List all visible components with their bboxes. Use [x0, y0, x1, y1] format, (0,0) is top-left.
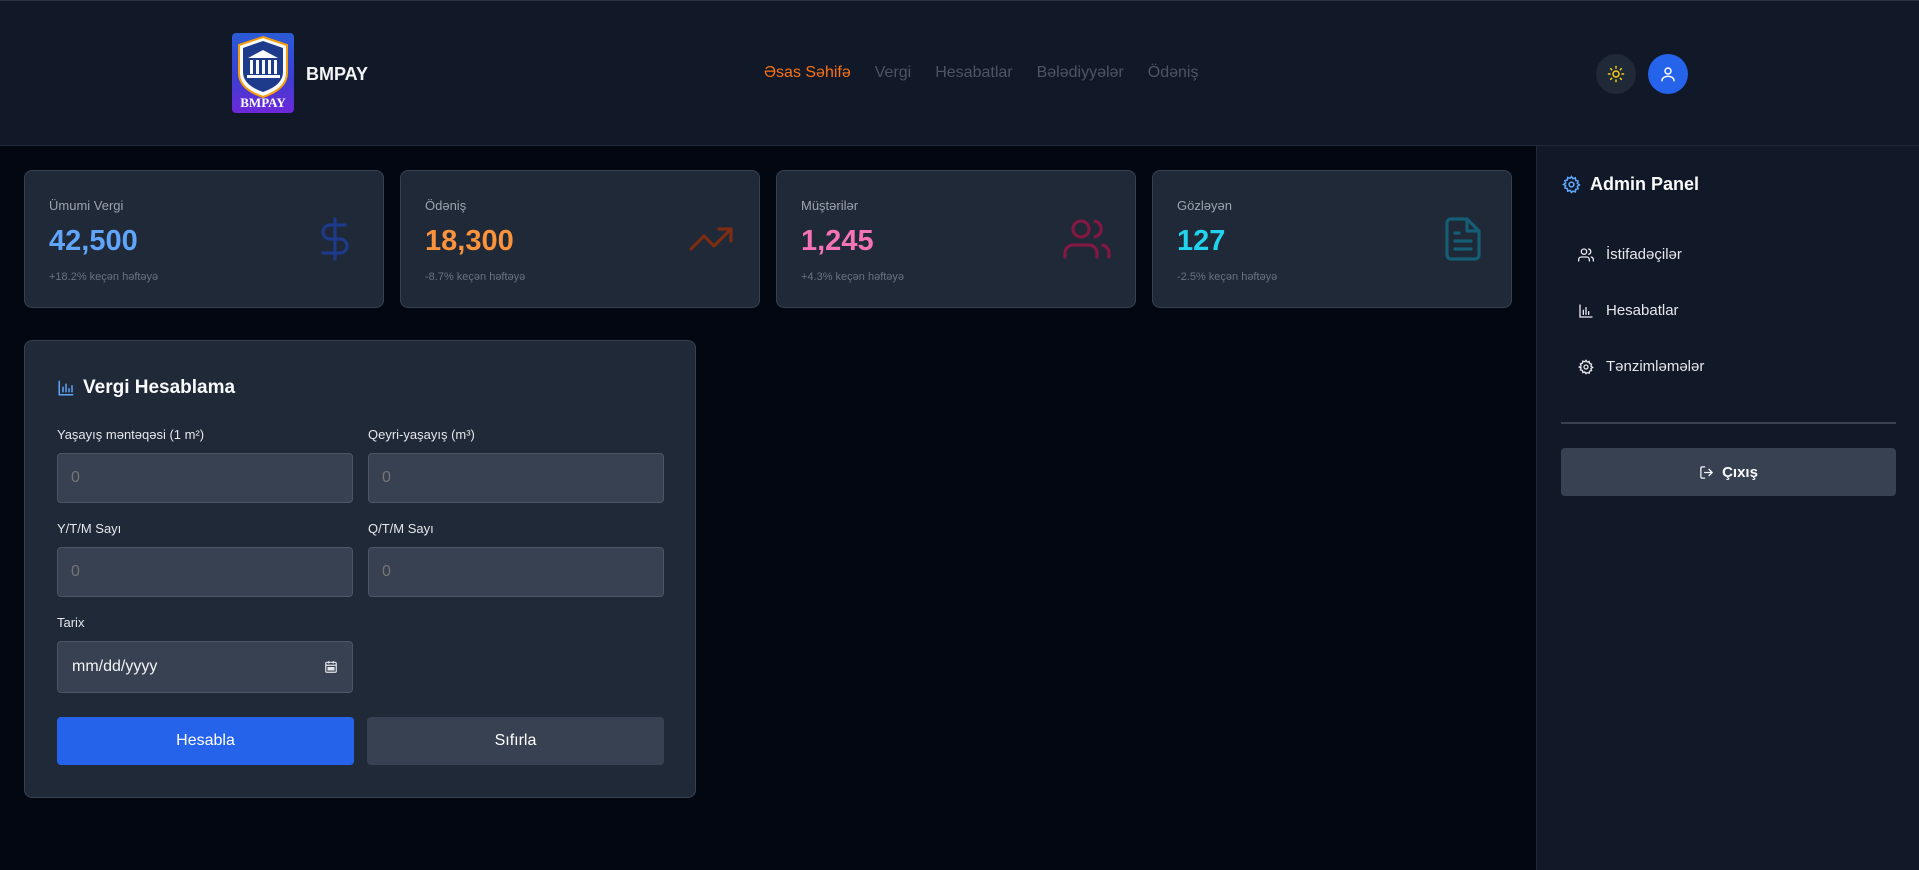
sidebar-item-reports[interactable]: Hesabatlar	[1578, 302, 1679, 319]
logout-label: Çıxış	[1722, 463, 1758, 481]
stat-value: 18,300	[425, 225, 514, 257]
admin-panel-title: Admin Panel	[1590, 174, 1700, 194]
nav-municipalities[interactable]: Bələdiyyələr	[1037, 64, 1124, 82]
admin-panel-title-row: Admin Panel	[1562, 174, 1699, 195]
residential-label: Yaşayış məntəqəsi (1 m²)	[57, 427, 205, 442]
dollar-icon	[321, 217, 349, 261]
date-placeholder: mm/dd/yyyy	[72, 658, 158, 675]
stat-change: +4.3% keçən həftəyə	[801, 271, 905, 283]
settings-icon	[1578, 358, 1594, 375]
stat-change: +18.2% keçən həftəyə	[49, 271, 159, 283]
stat-card-payment: Ödəniş 18,300 -8.7% keçən həftəyə	[400, 170, 760, 308]
logo-emblem-icon: BMPAY	[238, 35, 288, 110]
date-label: Tarix	[57, 615, 85, 630]
brand-name: BMPAY	[306, 64, 369, 84]
date-input[interactable]: mm/dd/yyyy	[57, 641, 353, 693]
stat-change: -2.5% keçən həftəyə	[1177, 271, 1278, 283]
qtm-count-input[interactable]	[368, 547, 664, 597]
nav-payment[interactable]: Ödəniş	[1148, 64, 1199, 82]
nav-reports[interactable]: Hesabatlar	[935, 64, 1012, 82]
stat-card-pending: Gözləyən 127 -2.5% keçən həftəyə	[1152, 170, 1512, 308]
calculator-title-row: Vergi Hesablama	[57, 377, 235, 399]
bar-chart-icon	[1579, 303, 1593, 318]
stat-value: 1,245	[801, 225, 874, 257]
nav-tax[interactable]: Vergi	[875, 64, 911, 82]
file-text-icon	[1445, 217, 1481, 261]
sidebar-item-settings[interactable]: Tənzimləmələr	[1578, 358, 1704, 375]
trending-up-icon	[689, 227, 733, 251]
users-icon	[1578, 247, 1594, 262]
sidebar-item-label: Hesabatlar	[1606, 302, 1679, 319]
admin-sidebar: Admin Panel İstifadəçilər Hesabatlar Tən…	[1536, 146, 1919, 870]
ytm-count-input[interactable]	[57, 547, 353, 597]
residential-input[interactable]	[57, 453, 353, 503]
qtm-count-label: Q/T/M Sayı	[368, 521, 434, 536]
stat-label: Müştərilər	[801, 198, 859, 213]
stat-label: Ödəniş	[425, 198, 467, 213]
stat-value: 127	[1177, 225, 1226, 257]
sidebar-item-users[interactable]: İstifadəçilər	[1578, 246, 1682, 263]
stat-value: 42,500	[49, 225, 138, 257]
stat-change: -8.7% keçən həftəyə	[425, 271, 526, 283]
sidebar-item-label: İstifadəçilər	[1606, 246, 1682, 263]
users-icon	[1063, 219, 1111, 259]
top-navbar: BMPAY BMPAY Əsas Səhifə Vergi Hesabatlar…	[0, 0, 1919, 146]
sidebar-divider	[1561, 422, 1896, 424]
ytm-count-label: Y/T/M Sayı	[57, 521, 122, 536]
user-profile-button[interactable]	[1648, 54, 1688, 94]
stat-label: Ümumi Vergi	[49, 198, 124, 213]
bar-chart-icon	[58, 380, 74, 396]
calculate-button[interactable]: Hesabla	[57, 717, 354, 765]
stat-card-total-tax: Ümumi Vergi 42,500 +18.2% keçən həftəyə	[24, 170, 384, 308]
app-logo[interactable]: BMPAY	[232, 33, 294, 113]
user-icon	[1661, 67, 1675, 82]
stat-card-customers: Müştərilər 1,245 +4.3% keçən həftəyə	[776, 170, 1136, 308]
nonresidential-input[interactable]	[368, 453, 664, 503]
logout-button[interactable]: Çıxış	[1561, 448, 1896, 496]
tax-calculator-panel: Vergi Hesablama Yaşayış məntəqəsi (1 m²)…	[24, 340, 696, 798]
nonresidential-label: Qeyri-yaşayış (m³)	[368, 427, 475, 442]
reset-button[interactable]: Sıfırla	[367, 717, 664, 765]
main-content: Ümumi Vergi 42,500 +18.2% keçən həftəyə …	[0, 146, 1536, 870]
svg-text:BMPAY: BMPAY	[240, 95, 286, 110]
stat-label: Gözləyən	[1177, 198, 1232, 213]
nav-home[interactable]: Əsas Səhifə	[764, 64, 851, 82]
logout-icon	[1700, 465, 1713, 479]
main-nav: Əsas Səhifə Vergi Hesabatlar Bələdiyyələ…	[764, 64, 1198, 82]
calculator-title: Vergi Hesablama	[83, 377, 236, 398]
sun-icon	[1607, 65, 1625, 83]
theme-toggle-button[interactable]	[1596, 54, 1636, 94]
sidebar-item-label: Tənzimləmələr	[1606, 358, 1705, 375]
settings-icon	[1562, 175, 1581, 194]
calendar-icon[interactable]	[324, 660, 338, 674]
